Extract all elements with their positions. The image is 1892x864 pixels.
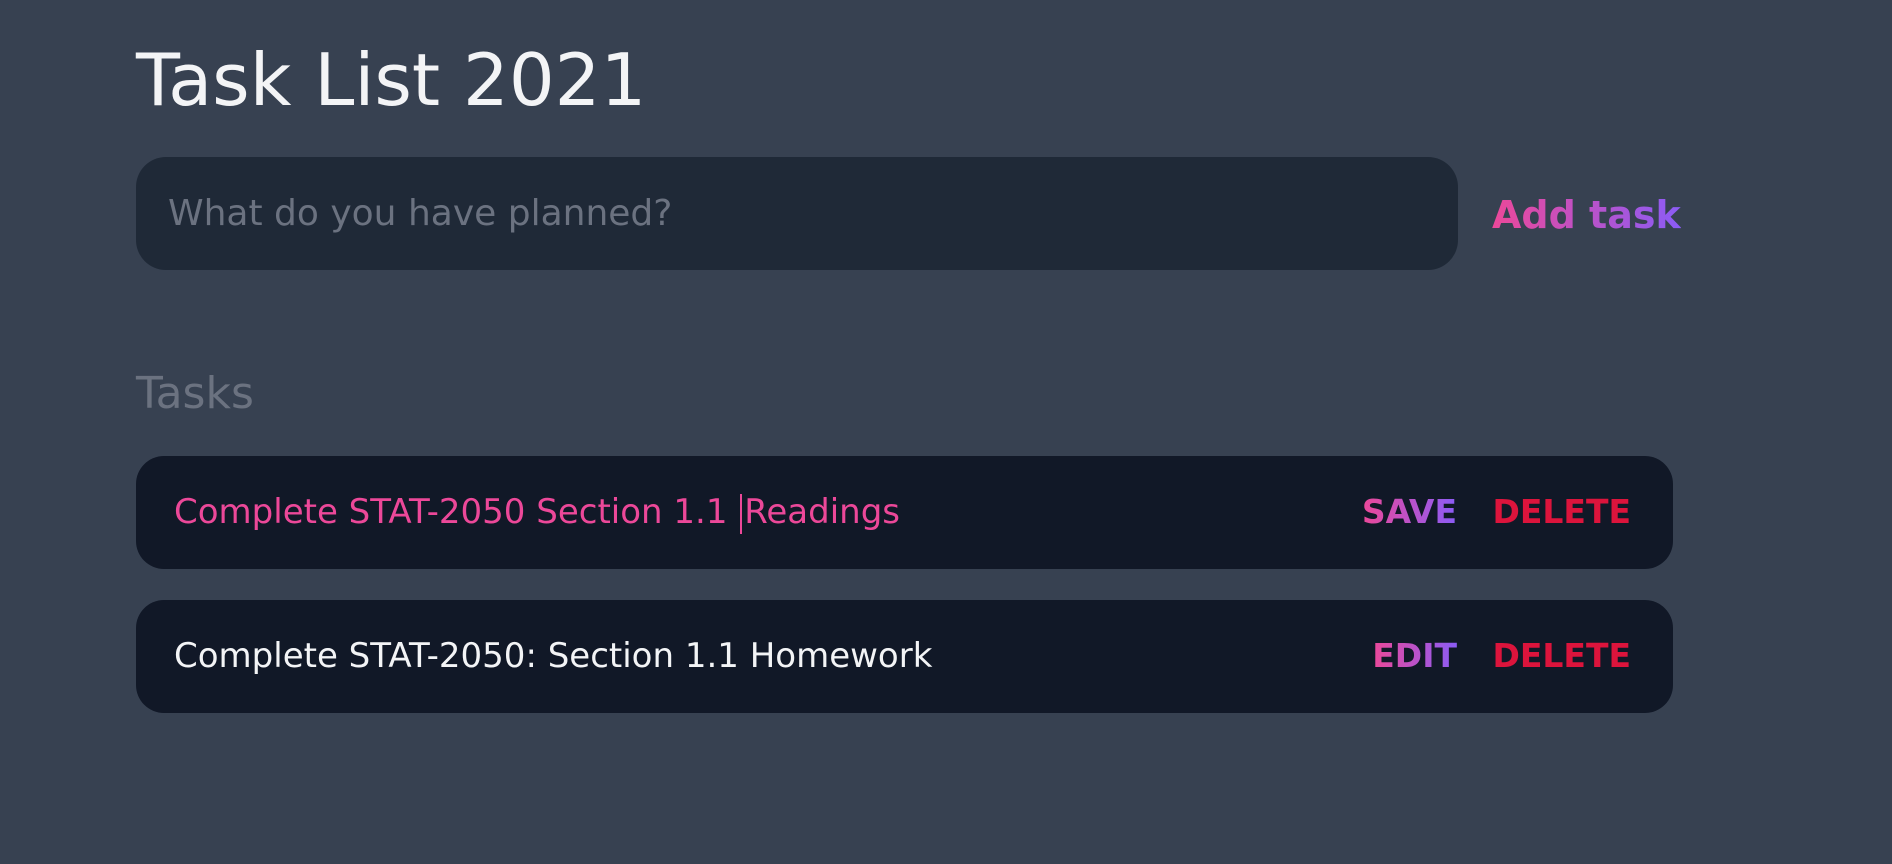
edit-button[interactable]: EDIT: [1372, 630, 1457, 682]
task-edit-field[interactable]: Complete STAT-2050 Section 1.1 Readings: [174, 486, 1274, 538]
new-task-form: Add task: [136, 157, 1681, 270]
save-button[interactable]: SAVE: [1362, 486, 1457, 538]
task-text: Complete STAT-2050: Section 1.1 Homework: [174, 636, 933, 676]
task-item-editing: Complete STAT-2050 Section 1.1 Readings …: [136, 456, 1673, 569]
tasks-section-title: Tasks: [136, 368, 254, 419]
task-edit-text-after-caret: Readings: [744, 492, 900, 532]
delete-button[interactable]: DELETE: [1492, 486, 1631, 538]
text-caret: [740, 493, 743, 534]
task-item: Complete STAT-2050: Section 1.1 Homework…: [136, 600, 1673, 713]
add-task-button[interactable]: Add task: [1492, 185, 1681, 245]
delete-button[interactable]: DELETE: [1492, 630, 1631, 682]
task-edit-text-before-caret: Complete STAT-2050 Section 1.1: [174, 492, 739, 532]
page-title: Task List 2021: [136, 38, 647, 122]
new-task-input[interactable]: [136, 157, 1458, 270]
